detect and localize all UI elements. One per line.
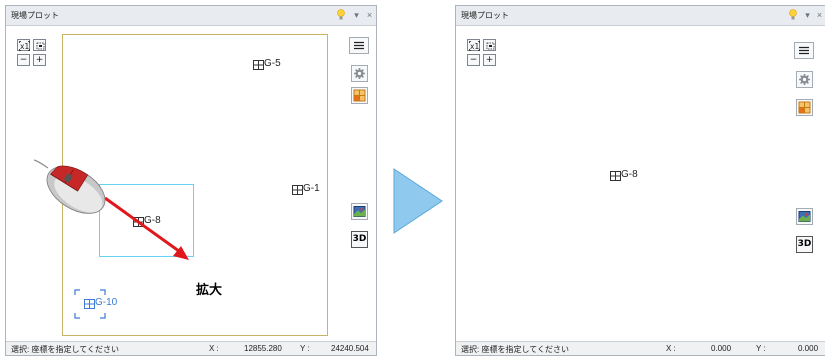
point-label: G-5 — [264, 58, 281, 69]
zoom-actual-size-button[interactable]: x1 — [17, 39, 30, 51]
3d-view-button[interactable]: 3D — [796, 236, 813, 253]
layout-button[interactable] — [796, 99, 813, 116]
x-coordinate-label: X : — [666, 344, 676, 353]
mouse-icon — [34, 159, 106, 214]
x-coordinate-value: 0.000 — [711, 344, 732, 353]
image-view-button[interactable] — [796, 208, 813, 225]
point-label: G-10 — [95, 297, 118, 308]
status-bar: 選択: 座標を指定してください X : 12855.280 Y : 24240.… — [6, 341, 376, 355]
y-coordinate-label: Y : — [756, 344, 766, 353]
3d-view-button[interactable]: 3D — [351, 231, 368, 248]
point-label: G-1 — [303, 183, 320, 194]
image-view-button[interactable] — [351, 203, 368, 220]
x-coordinate-label: X : — [209, 344, 219, 353]
svg-text:x1: x1 — [470, 42, 479, 51]
dropdown-icon[interactable]: ▾ — [351, 9, 362, 21]
y-coordinate-label: Y : — [300, 344, 310, 353]
status-prompt: 選択: 座標を指定してください — [461, 345, 569, 354]
panel-titlebar: 現場プロット ▾ × — [456, 6, 825, 26]
point-label: G-8 — [621, 169, 638, 180]
layout-icon — [353, 89, 366, 102]
menu-icon — [799, 46, 809, 55]
settings-button[interactable] — [796, 71, 813, 88]
zoom-in-button[interactable]: + — [483, 54, 496, 66]
image-view-icon — [798, 211, 811, 222]
menu-button[interactable] — [349, 37, 369, 54]
zoom-out-button[interactable]: − — [17, 54, 30, 66]
zoom-fit-button[interactable] — [33, 39, 46, 51]
settings-button[interactable] — [351, 65, 368, 82]
zoom-out-button[interactable]: − — [467, 54, 480, 66]
dropdown-icon[interactable]: ▾ — [802, 9, 813, 21]
lightbulb-icon[interactable] — [337, 8, 345, 22]
status-bar: 選択: 座標を指定してください X : 0.000 Y : 0.000 — [456, 341, 825, 355]
plot-panel-before: 現場プロット ▾ × x1 − + G-5 G-1 G-8 G-10 拡大 3D… — [5, 5, 377, 356]
transition-arrow-icon — [393, 168, 443, 234]
status-prompt: 選択: 座標を指定してください — [11, 345, 119, 354]
point-marker-icon[interactable] — [84, 299, 95, 309]
zoom-x1-icon: x1 — [19, 41, 30, 51]
zoom-fit-icon — [36, 42, 45, 50]
y-coordinate-value: 24240.504 — [331, 344, 369, 353]
image-view-icon — [353, 206, 366, 217]
plot-canvas[interactable]: x1 − + G-5 G-1 G-8 G-10 拡大 3D — [6, 26, 376, 341]
zoom-actual-size-button[interactable]: x1 — [467, 39, 480, 51]
svg-text:x1: x1 — [20, 42, 29, 51]
x-coordinate-value: 12855.280 — [244, 344, 282, 353]
gear-icon — [354, 68, 365, 79]
zoom-x1-icon: x1 — [469, 41, 480, 51]
lightbulb-icon[interactable] — [789, 8, 797, 22]
layout-button[interactable] — [351, 87, 368, 104]
zoom-in-button[interactable]: + — [33, 54, 46, 66]
layout-icon — [798, 101, 811, 114]
zoom-annotation-label: 拡大 — [196, 282, 223, 297]
close-icon[interactable]: × — [814, 9, 825, 21]
plot-canvas[interactable]: x1 − + G-8 3D — [456, 26, 825, 341]
plot-panel-after: 現場プロット ▾ × x1 − + G-8 3D 選択: 座標を指定してください… — [455, 5, 825, 356]
panel-title: 現場プロット — [461, 11, 509, 20]
menu-icon — [354, 41, 364, 50]
point-marker-icon[interactable] — [610, 171, 621, 181]
menu-button[interactable] — [794, 42, 814, 59]
zoom-fit-button[interactable] — [483, 39, 496, 51]
point-marker-icon[interactable] — [292, 185, 303, 195]
point-marker-icon[interactable] — [253, 60, 264, 70]
gear-icon — [799, 74, 810, 85]
panel-titlebar: 現場プロット ▾ × — [6, 6, 376, 26]
zoom-fit-icon — [486, 42, 495, 50]
y-coordinate-value: 0.000 — [798, 344, 819, 353]
panel-title: 現場プロット — [11, 11, 59, 20]
close-icon[interactable]: × — [364, 9, 375, 21]
